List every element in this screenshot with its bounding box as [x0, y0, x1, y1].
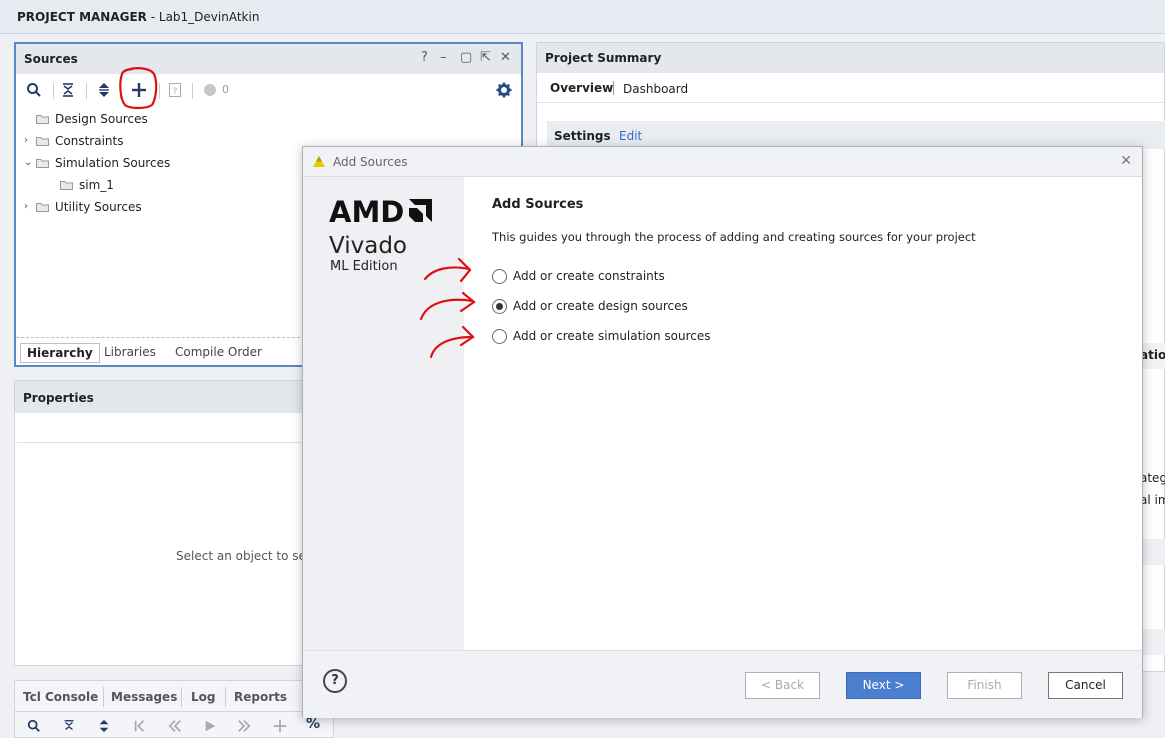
first-page-icon[interactable]	[133, 719, 147, 733]
amd-arrow-icon	[409, 199, 433, 222]
title-bar: PROJECT MANAGER - Lab1_DevinAtkin	[0, 0, 1165, 34]
option-simulation-sources[interactable]: Add or create simulation sources	[492, 326, 711, 346]
dialog-brand-panel: AMD Vivado ML Edition	[303, 177, 464, 650]
radio-design-sources[interactable]	[492, 298, 507, 314]
tab-libraries[interactable]: Libraries	[98, 343, 162, 363]
tree-item-design-sources[interactable]: Design Sources	[24, 109, 148, 129]
search-icon[interactable]	[22, 78, 46, 102]
dialog-description: This guides you through the process of a…	[492, 230, 976, 244]
dialog-title: Add Sources	[333, 155, 408, 169]
chevron-down-icon[interactable]: ⌄	[24, 153, 36, 173]
folder-icon	[60, 181, 73, 190]
dialog-close-icon[interactable]: ✕	[1120, 153, 1132, 169]
expand-all-icon[interactable]	[92, 78, 116, 102]
properties-panel: Properties Select an object to see	[14, 380, 313, 666]
cancel-button[interactable]: Cancel	[1048, 672, 1123, 699]
settings-label: Settings	[554, 129, 611, 143]
annotation-arrows	[419, 257, 476, 359]
amd-logo: AMD	[329, 195, 433, 229]
properties-toolbar	[17, 413, 303, 443]
help-icon[interactable]: ?	[323, 669, 347, 693]
add-icon[interactable]	[273, 719, 287, 733]
svg-text:?: ?	[173, 87, 178, 97]
sources-title: Sources	[24, 52, 78, 66]
vivado-wordmark: Vivado	[329, 233, 407, 259]
dialog-footer: ? < Back Next > Finish Cancel	[303, 650, 1142, 718]
collapse-all-icon[interactable]	[62, 719, 76, 733]
sources-header: Sources ? – ▢ ⇱ ✕	[16, 44, 521, 74]
next-icon[interactable]	[237, 719, 251, 733]
help-icon[interactable]: ?	[421, 51, 428, 65]
chevron-right-icon[interactable]: ›	[24, 197, 36, 217]
radio-constraints[interactable]	[492, 268, 507, 284]
play-icon[interactable]	[203, 719, 217, 733]
option-constraints[interactable]: Add or create constraints	[492, 266, 665, 286]
properties-message: Select an object to see	[176, 549, 314, 563]
tree-item-sim-1[interactable]: sim_1	[48, 175, 114, 195]
clipped-text: ategy	[1140, 471, 1165, 485]
gear-icon[interactable]	[492, 78, 516, 102]
edit-link[interactable]: Edit	[619, 129, 642, 143]
close-icon[interactable]: ✕	[500, 51, 511, 65]
next-button[interactable]: Next >	[846, 672, 921, 699]
dialog-heading: Add Sources	[492, 197, 584, 212]
tab-messages[interactable]: Messages	[111, 684, 177, 710]
properties-title: Properties	[23, 391, 94, 405]
collapse-all-icon[interactable]	[56, 78, 80, 102]
tree-item-simulation-sources[interactable]: ⌄ Simulation Sources	[24, 153, 170, 173]
percent-button[interactable]: %	[306, 716, 320, 732]
summary-title: Project Summary	[545, 51, 662, 65]
previous-icon[interactable]	[168, 719, 182, 733]
sources-toolbar: ? 0	[16, 67, 521, 110]
clipped-text: al im	[1140, 493, 1165, 507]
radio-simulation-sources[interactable]	[492, 328, 507, 344]
summary-tabs: Overview Dashboard	[537, 73, 1164, 103]
unknown-file-icon[interactable]: ?	[163, 78, 187, 102]
tcl-console-panel: Tcl Console Messages Log Reports %	[14, 680, 334, 738]
properties-header: Properties	[15, 381, 303, 413]
expand-all-icon[interactable]	[97, 719, 111, 733]
summary-header: Project Summary	[537, 43, 1164, 73]
title-text: PROJECT MANAGER - Lab1_DevinAtkin	[17, 10, 260, 24]
dialog-content: Add Sources This guides you through the …	[464, 177, 1142, 650]
back-button[interactable]: < Back	[745, 672, 820, 699]
tab-tcl-console[interactable]: Tcl Console	[23, 684, 98, 710]
dialog-header: Add Sources ✕	[303, 147, 1142, 177]
minimize-icon[interactable]: –	[440, 51, 447, 65]
folder-icon	[36, 137, 49, 146]
folder-icon	[36, 203, 49, 212]
vivado-logo-icon	[313, 156, 325, 167]
status-dot-icon	[198, 78, 222, 102]
tab-log[interactable]: Log	[191, 684, 215, 710]
tree-item-constraints[interactable]: › Constraints	[24, 131, 123, 151]
folder-icon	[36, 115, 49, 124]
tree-item-utility-sources[interactable]: › Utility Sources	[24, 197, 142, 217]
tab-overview[interactable]: Overview	[550, 81, 613, 95]
add-sources-dialog: Add Sources ✕ AMD Vivado ML Edition Add …	[302, 146, 1143, 718]
tab-hierarchy[interactable]: Hierarchy	[20, 343, 100, 363]
tab-compile-order[interactable]: Compile Order	[169, 343, 268, 363]
search-icon[interactable]	[27, 719, 41, 733]
settings-bar: Settings Edit	[547, 121, 1165, 149]
status-count: 0	[222, 83, 229, 96]
finish-button[interactable]: Finish	[947, 672, 1022, 699]
clipped-text: ation	[1140, 348, 1165, 362]
annotation-circle	[119, 67, 158, 110]
tab-reports[interactable]: Reports	[234, 684, 287, 710]
tab-dashboard[interactable]: Dashboard	[623, 82, 688, 96]
folder-icon	[36, 159, 49, 168]
float-icon[interactable]: ⇱	[480, 51, 491, 65]
option-design-sources[interactable]: Add or create design sources	[492, 296, 688, 316]
chevron-right-icon[interactable]: ›	[24, 131, 36, 151]
edition-text: ML Edition	[330, 259, 398, 274]
restore-icon[interactable]: ▢	[460, 51, 472, 65]
